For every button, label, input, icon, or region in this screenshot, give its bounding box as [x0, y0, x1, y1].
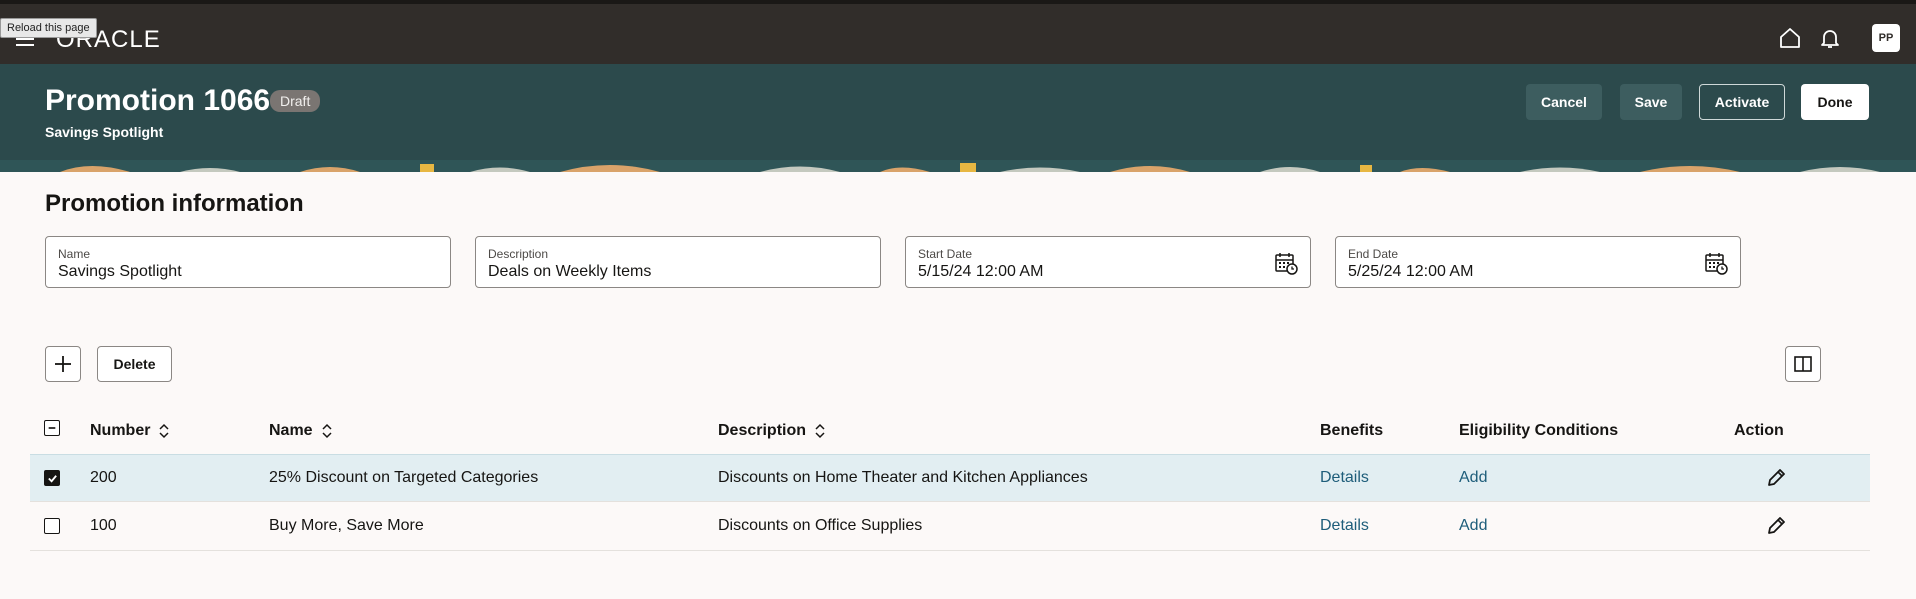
column-header-number[interactable]: Number — [90, 422, 170, 440]
delete-button[interactable]: Delete — [97, 346, 172, 382]
add-button[interactable] — [45, 346, 81, 382]
eligibility-add-link[interactable]: Add — [1459, 469, 1487, 487]
row-number: 200 — [90, 469, 117, 486]
start-date-label: Start Date — [918, 247, 973, 261]
done-button[interactable]: Done — [1801, 84, 1869, 120]
end-date-label: End Date — [1348, 247, 1399, 261]
table-row[interactable]: 200 25% Discount on Targeted Categories … — [30, 454, 1870, 502]
decorative-banner — [0, 160, 1916, 172]
benefits-details-link[interactable]: Details — [1320, 517, 1369, 535]
bell-icon[interactable] — [1816, 24, 1844, 52]
row-description: Discounts on Office Supplies — [718, 517, 923, 534]
column-header-description[interactable]: Description — [718, 422, 826, 440]
global-header: ORACLE PP — [0, 0, 1916, 64]
home-icon[interactable] — [1776, 24, 1804, 52]
column-header-name-label: Name — [269, 422, 313, 439]
description-field-value[interactable]: Deals on Weekly Items — [488, 263, 651, 281]
activate-button[interactable]: Activate — [1699, 84, 1785, 120]
add-icon — [55, 356, 71, 372]
row-description: Discounts on Home Theater and Kitchen Ap… — [718, 469, 1088, 486]
name-field-value[interactable]: Savings Spotlight — [58, 263, 182, 281]
description-field-label: Description — [488, 247, 549, 261]
section-title: Promotion information — [45, 190, 304, 217]
sort-icon[interactable] — [814, 423, 826, 439]
sort-icon[interactable] — [158, 423, 170, 439]
column-header-name[interactable]: Name — [269, 422, 333, 440]
column-header-action: Action — [1734, 422, 1784, 439]
column-header-eligibility: Eligibility Conditions — [1459, 422, 1619, 439]
column-header-benefits: Benefits — [1320, 422, 1384, 439]
edit-icon[interactable] — [1765, 467, 1787, 489]
column-header-number-label: Number — [90, 422, 151, 439]
name-field-label: Name — [58, 247, 91, 261]
row-name: Buy More, Save More — [269, 517, 424, 534]
page-header: Promotion 1066 Draft Savings Spotlight C… — [0, 64, 1916, 172]
end-date-field[interactable]: End Date 5/25/24 12:00 AM — [1335, 236, 1741, 288]
sort-icon[interactable] — [321, 423, 333, 439]
page-subtitle: Savings Spotlight — [45, 124, 164, 140]
eligibility-add-link[interactable]: Add — [1459, 517, 1487, 535]
calendar-icon[interactable] — [1274, 251, 1298, 275]
table-header: Number Name Description Benefits Eligibi… — [30, 408, 1870, 454]
status-badge: Draft — [270, 90, 321, 112]
end-date-value[interactable]: 5/25/24 12:00 AM — [1348, 263, 1473, 281]
table-row[interactable]: 100 Buy More, Save More Discounts on Off… — [30, 503, 1870, 551]
minus-icon — [48, 427, 56, 429]
save-button[interactable]: Save — [1620, 84, 1682, 120]
columns-icon — [1794, 356, 1812, 372]
start-date-field[interactable]: Start Date 5/15/24 12:00 AM — [905, 236, 1311, 288]
user-avatar[interactable]: PP — [1872, 24, 1900, 52]
start-date-value[interactable]: 5/15/24 12:00 AM — [918, 263, 1043, 281]
calendar-icon[interactable] — [1704, 251, 1728, 275]
select-all-checkbox[interactable] — [44, 420, 60, 436]
benefits-details-link[interactable]: Details — [1320, 469, 1369, 487]
row-number: 100 — [90, 517, 117, 534]
cancel-button[interactable]: Cancel — [1526, 84, 1602, 120]
column-header-description-label: Description — [718, 422, 807, 439]
row-checkbox[interactable] — [44, 470, 60, 486]
reload-tooltip: Reload this page — [0, 18, 97, 38]
page-title: Promotion 1066 — [45, 84, 271, 117]
column-toggle-button[interactable] — [1785, 346, 1821, 382]
check-icon — [47, 474, 57, 483]
description-field[interactable]: Description Deals on Weekly Items — [475, 236, 881, 288]
row-name: 25% Discount on Targeted Categories — [269, 469, 539, 486]
name-field[interactable]: Name Savings Spotlight — [45, 236, 451, 288]
row-checkbox[interactable] — [44, 518, 60, 534]
edit-icon[interactable] — [1765, 515, 1787, 537]
